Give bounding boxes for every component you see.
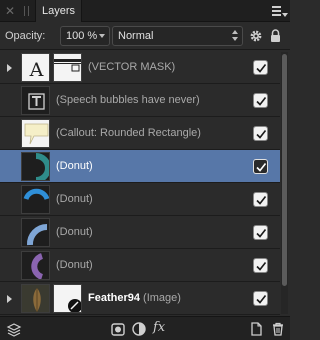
layer-name: (Callout: Rounded Rectangle) [56, 127, 201, 139]
mask-preview-icon [54, 59, 81, 72]
updown-chevron-icon [232, 30, 238, 42]
layer-thumbnail [21, 185, 50, 214]
layer-thumbnail [21, 218, 50, 247]
tab-layers[interactable]: Layers [35, 0, 83, 22]
checkmark-icon [256, 295, 267, 304]
layer-name: Feather94 (Image) [88, 292, 181, 304]
visibility-checkbox[interactable] [253, 291, 268, 306]
tab-grip-icon[interactable] [24, 6, 29, 16]
lock-icon[interactable] [270, 29, 281, 42]
panel-menu-icon[interactable] [272, 4, 288, 18]
layer-list-scrollbar[interactable] [281, 52, 288, 314]
visibility-checkbox[interactable] [253, 225, 268, 240]
checkmark-icon [256, 64, 267, 73]
checkmark-icon [256, 262, 267, 271]
svg-text:A: A [29, 59, 44, 81]
layer-row[interactable]: Feather94 (Image) [0, 282, 280, 315]
donut-blue-icon [23, 188, 49, 200]
opacity-value: 100 % [66, 30, 98, 42]
donut-purple-icon [31, 253, 44, 279]
visibility-checkbox[interactable] [253, 93, 268, 108]
layer-row[interactable]: (Donut) [0, 249, 280, 282]
checkmark-icon [256, 130, 267, 139]
donut-lightblue-icon [26, 223, 48, 246]
layer-type-suffix: (Image) [143, 292, 181, 304]
visibility-checkbox[interactable] [253, 60, 268, 75]
panel-tab-bar: ✕ Layers [0, 0, 290, 22]
expand-triangle-icon[interactable] [7, 295, 12, 303]
checkmark-icon [256, 196, 267, 205]
layer-row[interactable]: (Donut) [0, 216, 280, 249]
checkmark-icon [256, 163, 267, 172]
close-panel-icon[interactable]: ✕ [5, 5, 17, 17]
donut-teal-icon [35, 153, 49, 180]
layer-row[interactable]: (Callout: Rounded Rectangle) [0, 117, 280, 150]
layer-options-row: Opacity: 100 % Normal [0, 22, 290, 50]
layer-thumbnail [21, 152, 50, 181]
checkmark-icon [256, 229, 267, 238]
layer-name: (Speech bubbles have never) [56, 94, 200, 106]
text-tool-icon [28, 93, 45, 110]
feather-icon [22, 285, 49, 312]
layer-list: A (VECTOR MASK) (Speech bubbles have nev… [0, 50, 290, 315]
layer-name: (Donut) [56, 160, 93, 172]
callout-icon [24, 123, 49, 145]
layer-name: (Donut) [56, 259, 93, 271]
vector-mask-thumbnail [53, 53, 82, 82]
checkmark-icon [256, 97, 267, 106]
layer-thumbnail [21, 86, 50, 115]
adjustment-icon[interactable] [131, 321, 147, 337]
layer-row[interactable]: (Donut) [0, 183, 280, 216]
layer-actions-bar: fx [0, 316, 290, 340]
visibility-checkbox[interactable] [253, 159, 268, 174]
new-layer-icon[interactable] [248, 321, 264, 337]
layer-name: (Donut) [56, 226, 93, 238]
layers-stack-icon[interactable] [6, 321, 22, 337]
layer-thumbnail [21, 284, 50, 313]
layer-row[interactable]: (Donut) [0, 150, 280, 183]
layer-thumbnail [21, 251, 50, 280]
scrollbar-thumb[interactable] [282, 54, 287, 286]
layer-thumbnail [21, 119, 50, 148]
trash-icon[interactable] [270, 321, 286, 337]
chevron-down-icon [99, 34, 105, 38]
layer-name: (VECTOR MASK) [88, 61, 176, 73]
layer-row[interactable]: A (VECTOR MASK) [0, 51, 280, 84]
fx-icon[interactable]: fx [153, 320, 165, 335]
expand-triangle-icon[interactable] [7, 64, 12, 72]
blend-mode-select[interactable]: Normal [112, 26, 243, 46]
layer-name-text: Feather94 [88, 292, 140, 304]
gear-icon[interactable] [250, 30, 262, 42]
visibility-checkbox[interactable] [253, 126, 268, 141]
opacity-dropdown[interactable]: 100 % [60, 26, 110, 46]
mask-icon[interactable] [110, 321, 126, 337]
letter-a-icon: A [29, 59, 44, 81]
visibility-checkbox[interactable] [253, 258, 268, 273]
layer-thumbnail: A [21, 53, 50, 82]
opacity-label: Opacity: [5, 30, 46, 42]
blend-mode-value: Normal [118, 30, 154, 42]
layer-row[interactable]: (Speech bubbles have never) [0, 84, 280, 117]
layer-name: (Donut) [56, 193, 93, 205]
visibility-checkbox[interactable] [253, 192, 268, 207]
mask-preview-icon [54, 285, 81, 312]
mask-thumbnail [53, 284, 82, 313]
